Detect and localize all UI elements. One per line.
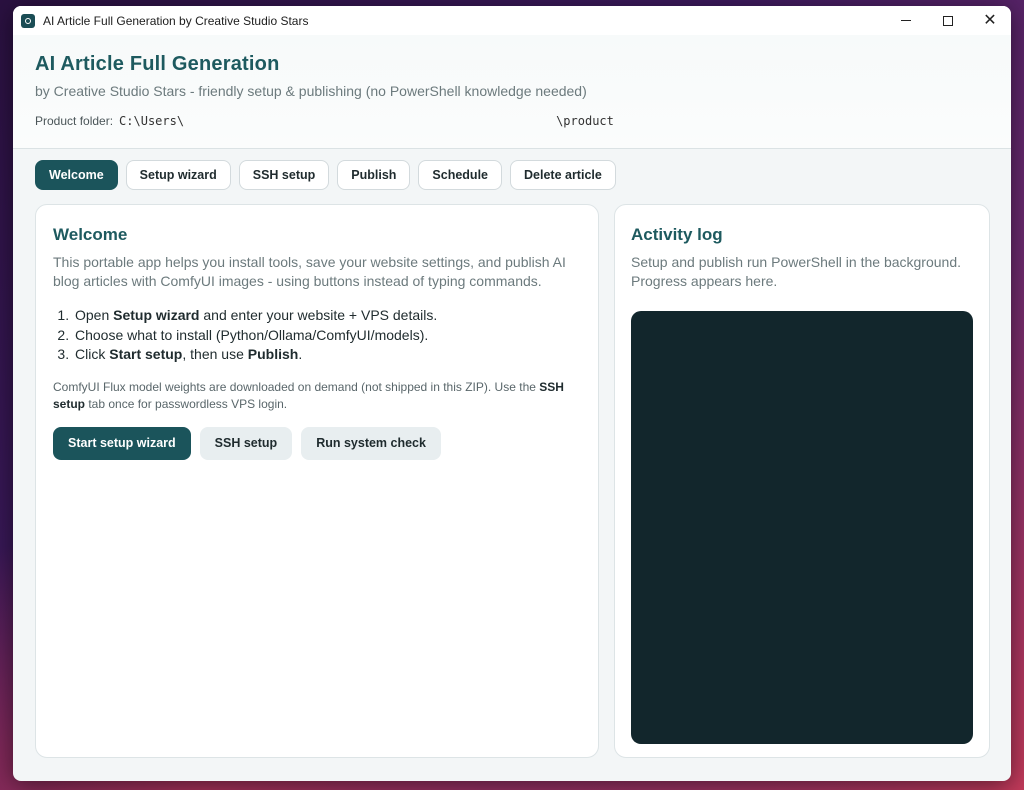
welcome-panel: Welcome This portable app helps you inst… — [35, 204, 599, 758]
welcome-note: ComfyUI Flux model weights are downloade… — [53, 379, 581, 413]
product-folder-row: Product folder: C:\Users\ \product — [35, 114, 1011, 128]
step-bold: Start setup — [109, 346, 183, 362]
step-text: Open — [75, 307, 114, 323]
welcome-title: Welcome — [53, 225, 128, 244]
welcome-actions: Start setup wizard SSH setup Run system … — [53, 426, 581, 460]
step-item: Open Setup wizard and enter your website… — [73, 306, 581, 326]
product-folder-path: C:\Users\ — [119, 114, 185, 128]
welcome-intro: This portable app helps you install tool… — [53, 254, 566, 289]
tab-welcome[interactable]: Welcome — [35, 160, 118, 190]
step-text: . — [298, 346, 303, 362]
product-folder-suffix: \product — [556, 114, 614, 128]
window-title: AI Article Full Generation by Creative S… — [43, 13, 309, 28]
step-item: Choose what to install (Python/Ollama/Co… — [73, 326, 581, 346]
run-system-check-button[interactable]: Run system check — [301, 426, 441, 460]
tab-publish[interactable]: Publish — [337, 160, 411, 190]
activity-log-title: Activity log — [631, 225, 723, 244]
activity-log-intro: Setup and publish run PowerShell in the … — [631, 254, 961, 289]
app-icon — [21, 13, 35, 28]
step-text: Choose what to install (Python/Ollama/Co… — [75, 326, 429, 343]
step-bold: Publish — [247, 346, 299, 362]
step-item: Click Start setup, then use Publish. — [73, 345, 581, 365]
step-text: and enter your website + VPS details. — [199, 307, 438, 323]
activity-log-panel: Activity log Setup and publish run Power… — [614, 204, 990, 758]
ssh-setup-button[interactable]: SSH setup — [199, 426, 293, 460]
start-setup-wizard-button[interactable]: Start setup wizard — [53, 426, 191, 460]
minimize-button[interactable] — [885, 6, 927, 35]
minimize-icon — [901, 20, 911, 21]
tab-delete-article[interactable]: Delete article — [510, 160, 616, 190]
tab-ssh-setup[interactable]: SSH setup — [238, 160, 330, 190]
maximize-icon — [943, 15, 953, 26]
window-controls: ✕ — [885, 6, 1011, 35]
tab-bar: Welcome Setup wizard SSH setup Publish S… — [13, 149, 1011, 190]
close-button[interactable]: ✕ — [969, 6, 1011, 35]
app-title: AI Article Full Generation — [35, 53, 280, 75]
app-subtitle: by Creative Studio Stars - friendly setu… — [35, 83, 587, 99]
step-text: Click — [75, 346, 110, 362]
product-folder-label: Product folder: — [35, 114, 114, 128]
tab-schedule[interactable]: Schedule — [418, 160, 502, 190]
title-bar: AI Article Full Generation by Creative S… — [13, 6, 1011, 35]
welcome-steps: Open Setup wizard and enter your website… — [73, 306, 581, 365]
activity-log-output[interactable] — [631, 311, 973, 744]
app-header: AI Article Full Generation by Creative S… — [13, 35, 1011, 149]
note-text: ComfyUI Flux model weights are downloade… — [53, 379, 540, 394]
step-bold: Setup wizard — [113, 307, 200, 323]
note-text: tab once for passwordless VPS login. — [85, 396, 288, 411]
step-text: , then use — [182, 346, 248, 362]
tab-setup-wizard[interactable]: Setup wizard — [125, 160, 231, 190]
app-window: AI Article Full Generation by Creative S… — [13, 6, 1011, 781]
close-icon: ✕ — [983, 11, 997, 29]
maximize-button[interactable] — [927, 6, 969, 35]
